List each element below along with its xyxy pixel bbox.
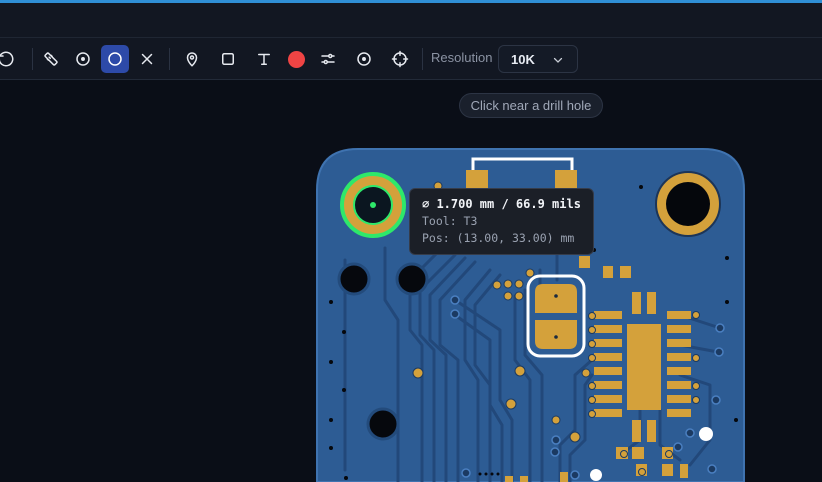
drill-info-tooltip: ⌀ 1.700 mm / 66.9 mils Tool: T3 Pos: (13… (409, 188, 594, 255)
title-bar (0, 3, 822, 38)
drill-hole (395, 262, 429, 296)
undo-icon (0, 51, 14, 67)
circle-icon (108, 52, 122, 66)
tooltip-position: Pos: (13.00, 33.00) mm (422, 231, 575, 245)
ruler-icon (44, 52, 58, 66)
pin-icon (186, 52, 198, 67)
circle-tool-button[interactable] (101, 45, 129, 73)
text-button[interactable] (250, 45, 278, 73)
pin-button[interactable] (178, 45, 206, 73)
point-icon (76, 52, 90, 66)
text-icon (258, 53, 270, 65)
color-swatch (287, 50, 305, 68)
toolbar-separator (32, 48, 33, 70)
crosshair-button[interactable] (386, 45, 414, 73)
tooltip-tool: Tool: T3 (422, 214, 478, 228)
rectangle-button[interactable] (214, 45, 242, 73)
resolution-value: 10K (511, 51, 535, 67)
hint-pill: Click near a drill hole (459, 93, 603, 118)
test-point (699, 427, 713, 441)
test-point (590, 469, 602, 481)
target-button[interactable] (350, 45, 378, 73)
square-icon (222, 53, 234, 65)
pcb-board-view[interactable] (0, 80, 822, 482)
point-button[interactable] (69, 45, 97, 73)
close-icon (141, 53, 153, 65)
resolution-select[interactable]: 10K (498, 45, 578, 73)
resolution-label: Resolution (431, 50, 493, 65)
crosshair-icon (391, 50, 409, 68)
sliders-button[interactable] (314, 45, 342, 73)
target-icon (357, 52, 371, 66)
pcb-canvas[interactable] (0, 80, 822, 482)
close-button[interactable] (133, 45, 161, 73)
toolbar-separator (422, 48, 423, 70)
tooltip-diameter: ⌀ 1.700 mm / 66.9 mils (422, 197, 581, 211)
sliders-icon (321, 53, 335, 65)
chevron-down-icon (553, 57, 563, 63)
drill-hole (366, 407, 400, 441)
color-button[interactable] (282, 45, 310, 73)
toolbar-separator (169, 48, 170, 70)
undo-button[interactable] (0, 45, 20, 73)
ruler-button[interactable] (37, 45, 65, 73)
drill-hole (337, 262, 371, 296)
